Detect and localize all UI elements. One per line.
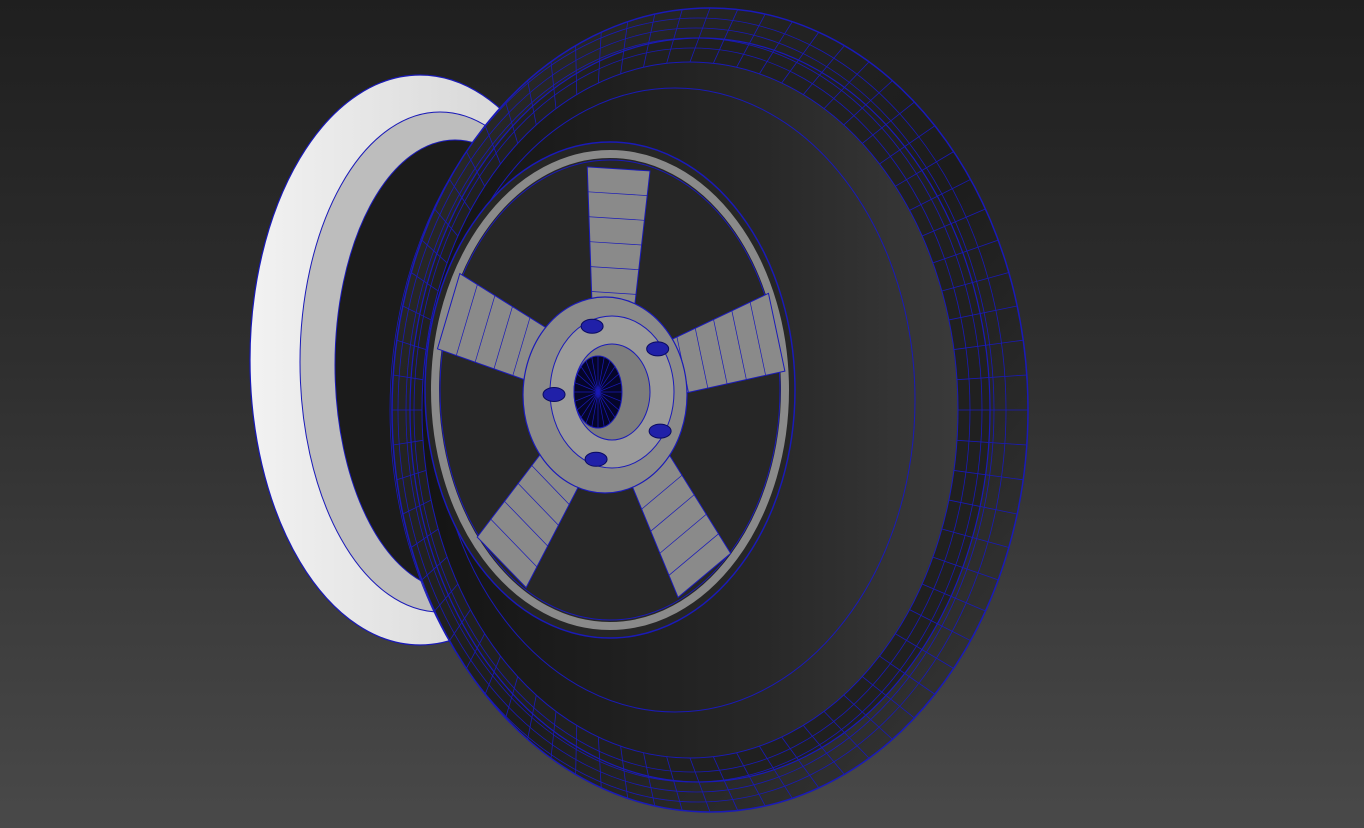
hub: [522, 296, 688, 494]
lug-nut: [646, 341, 670, 357]
3d-viewport[interactable]: [0, 0, 1364, 828]
lug-nut: [648, 423, 672, 439]
lug-nut: [580, 318, 604, 334]
lug-nut: [542, 387, 566, 403]
lug-nut: [584, 451, 608, 467]
wheel-model-render[interactable]: [0, 0, 1364, 828]
